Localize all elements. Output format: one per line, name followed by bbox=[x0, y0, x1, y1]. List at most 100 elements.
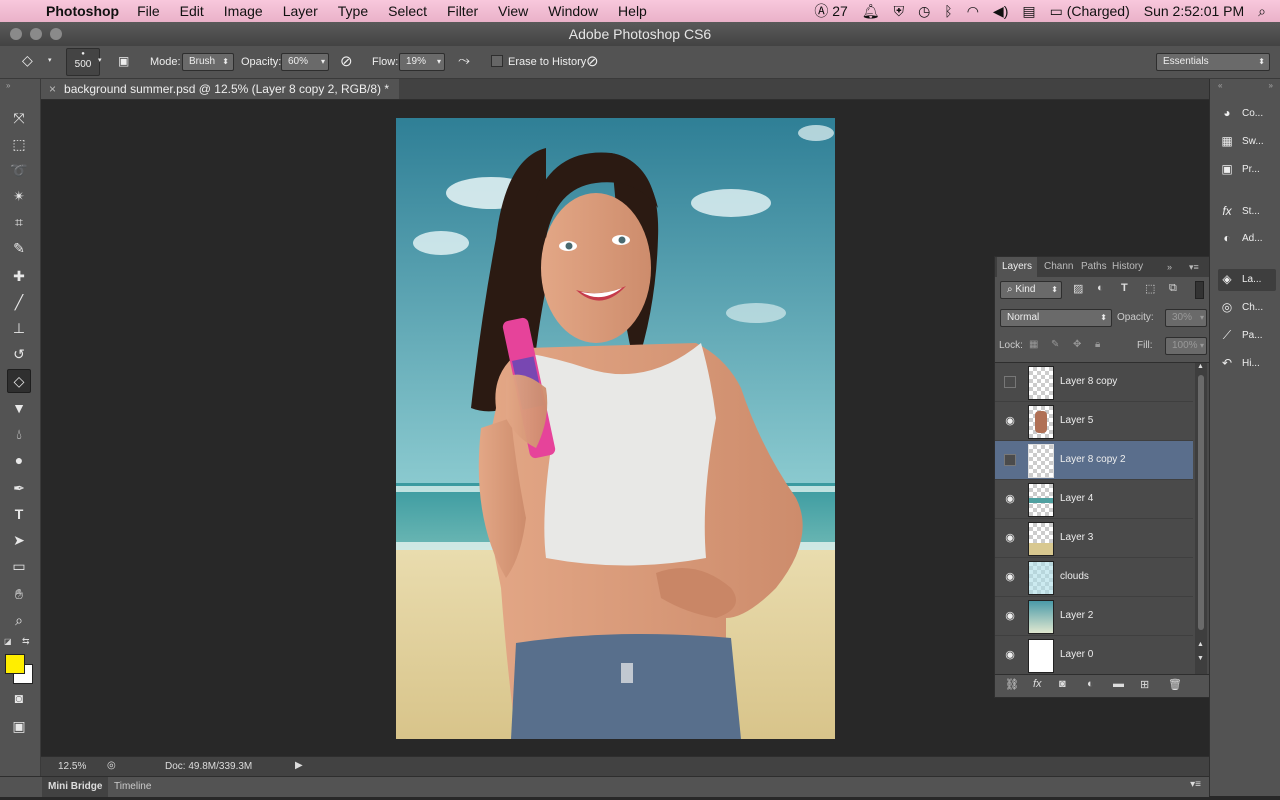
layer-row[interactable]: ◉ Layer 4 bbox=[995, 480, 1193, 519]
history-brush-tool-icon[interactable]: ↺ bbox=[8, 343, 30, 365]
brush-panel-toggle-icon[interactable]: ▣ bbox=[118, 54, 129, 68]
minimize-window-icon[interactable] bbox=[30, 28, 42, 40]
tab-channels[interactable]: Chann bbox=[1044, 257, 1073, 277]
layer-row[interactable]: ◉ Layer 5 bbox=[995, 402, 1193, 441]
tab-mini-bridge[interactable]: Mini Bridge bbox=[42, 777, 109, 797]
swap-colors-icon[interactable]: ⇆ bbox=[22, 636, 30, 647]
close-window-icon[interactable] bbox=[10, 28, 22, 40]
scroll-up-icon[interactable]: ▲ bbox=[1197, 363, 1204, 370]
flow-field[interactable]: 19% ▾ bbox=[399, 53, 445, 71]
pen-tool-icon[interactable]: ✒ bbox=[8, 477, 30, 499]
eye-icon[interactable]: ◉ bbox=[1003, 609, 1017, 623]
rectangle-tool-icon[interactable]: ▭ bbox=[8, 555, 30, 577]
layer-list-scrollbar[interactable]: ▲ ▲ ▼ bbox=[1195, 363, 1207, 675]
lock-all-icon[interactable]: 🔒︎ bbox=[1095, 339, 1100, 350]
dock-channels[interactable]: ◎ Ch... bbox=[1218, 297, 1276, 319]
erase-to-history-checkbox[interactable] bbox=[491, 55, 503, 67]
eraser-tool-preset-icon[interactable]: ◇ bbox=[22, 52, 33, 69]
crop-tool-icon[interactable]: ⌗ bbox=[8, 211, 30, 233]
dock-collapse-icon[interactable]: » bbox=[1269, 81, 1273, 90]
dock-swatches[interactable]: ▦ Sw... bbox=[1218, 131, 1276, 153]
clone-stamp-tool-icon[interactable]: ⊥ bbox=[8, 317, 30, 339]
layer-row[interactable]: Layer 8 copy bbox=[995, 363, 1193, 402]
layer-row[interactable]: ◉ clouds bbox=[995, 558, 1193, 597]
menu-type[interactable]: Type bbox=[338, 3, 368, 19]
dock-presets[interactable]: ▣ Pr... bbox=[1218, 159, 1276, 181]
menu-view[interactable]: View bbox=[498, 3, 528, 19]
zoom-window-icon[interactable] bbox=[50, 28, 62, 40]
eye-icon[interactable]: ◉ bbox=[1003, 531, 1017, 545]
workspace-switcher[interactable]: Essentials ⬍ bbox=[1156, 53, 1270, 71]
battery-icon[interactable]: ▭ (Charged) bbox=[1050, 3, 1130, 20]
move-tool-icon[interactable]: ⤧ bbox=[8, 107, 30, 129]
clock[interactable]: Sun 2:52:01 PM bbox=[1144, 3, 1244, 19]
type-tool-icon[interactable]: T bbox=[8, 503, 30, 525]
zoom-tool-icon[interactable]: ⌕ bbox=[8, 609, 30, 631]
filter-smart-object-icon[interactable]: ⧉ bbox=[1169, 282, 1177, 295]
keyboard-input-icon[interactable]: ▤ bbox=[1022, 3, 1035, 20]
new-adjustment-layer-icon[interactable]: ◐ bbox=[1087, 678, 1094, 690]
panel-menu-icon[interactable]: ▾≡ bbox=[1190, 779, 1201, 790]
bluetooth-icon[interactable]: ᛒ bbox=[944, 3, 952, 19]
menu-filter[interactable]: Filter bbox=[447, 3, 478, 19]
paint-bucket-tool-icon[interactable]: ▼ bbox=[8, 397, 30, 419]
tab-paths[interactable]: Paths bbox=[1081, 257, 1107, 277]
expand-dock-icon[interactable]: « bbox=[1218, 81, 1222, 90]
filter-pixel-icon[interactable]: ▨ bbox=[1073, 282, 1083, 295]
adobe-status-icon[interactable]: Ⓐ 27 bbox=[814, 1, 847, 21]
lock-image-icon[interactable]: ✎ bbox=[1051, 339, 1059, 350]
lasso-tool-icon[interactable]: ➰ bbox=[8, 159, 30, 181]
tab-layers[interactable]: Layers bbox=[997, 257, 1038, 277]
time-machine-icon[interactable]: ◷ bbox=[918, 3, 930, 20]
scroll-up-bottom-icon[interactable]: ▲ bbox=[1197, 641, 1204, 648]
quick-mask-icon[interactable]: ◙ bbox=[8, 687, 30, 709]
fill-field[interactable]: 100% ▾ bbox=[1165, 337, 1207, 355]
opacity-field[interactable]: 60% ▾ bbox=[281, 53, 329, 71]
eye-icon[interactable]: ◉ bbox=[1003, 570, 1017, 584]
delete-layer-trash-icon[interactable]: 🗑︎ bbox=[1168, 678, 1182, 691]
new-group-folder-icon[interactable]: ▬ bbox=[1113, 678, 1124, 690]
screen-mode-icon[interactable]: ▣ bbox=[8, 715, 30, 737]
layer-style-fx-icon[interactable]: fx bbox=[1033, 678, 1042, 690]
dock-paths[interactable]: ⟋ Pa... bbox=[1218, 325, 1276, 347]
menu-select[interactable]: Select bbox=[388, 3, 427, 19]
new-layer-icon[interactable]: ⊞ bbox=[1140, 678, 1149, 691]
tab-timeline[interactable]: Timeline bbox=[108, 777, 157, 797]
lock-transparent-icon[interactable]: ▦ bbox=[1029, 339, 1038, 350]
marquee-tool-icon[interactable]: ⬚ bbox=[8, 133, 30, 155]
visibility-toggle-off[interactable] bbox=[1004, 454, 1016, 466]
add-mask-icon[interactable]: ◙ bbox=[1059, 678, 1066, 690]
dodge-tool-icon[interactable]: ● bbox=[8, 449, 30, 471]
eye-icon[interactable]: ◉ bbox=[1003, 414, 1017, 428]
zoom-level[interactable]: 12.5% bbox=[58, 761, 86, 772]
lock-position-icon[interactable]: ✥ bbox=[1073, 339, 1081, 350]
layer-filter-select[interactable]: ⌕ Kind ⬍ bbox=[1000, 281, 1062, 299]
proof-setup-icon[interactable]: ◎ bbox=[107, 760, 116, 771]
menu-app-name[interactable]: Photoshop bbox=[46, 3, 119, 19]
healing-brush-tool-icon[interactable]: ✚ bbox=[8, 265, 30, 287]
filter-shape-icon[interactable]: ⬚ bbox=[1145, 282, 1155, 295]
eye-icon[interactable]: ◉ bbox=[1003, 492, 1017, 506]
artwork-canvas[interactable] bbox=[396, 118, 835, 739]
menu-layer[interactable]: Layer bbox=[283, 3, 318, 19]
dock-adjustments[interactable]: ◐ Ad... bbox=[1218, 228, 1276, 250]
layer-row[interactable]: ◉ Layer 2 bbox=[995, 597, 1193, 636]
volume-icon[interactable]: ◀) bbox=[993, 3, 1008, 20]
dock-layers[interactable]: ◈ La... bbox=[1218, 269, 1276, 291]
layer-row-selected[interactable]: Layer 8 copy 2 bbox=[995, 441, 1193, 480]
menu-image[interactable]: Image bbox=[224, 3, 263, 19]
eraser-tool-icon[interactable]: ◇ bbox=[7, 369, 31, 393]
blend-mode-select[interactable]: Normal ⬍ bbox=[1000, 309, 1112, 327]
brush-picker-arrow-icon[interactable]: ▾ bbox=[98, 56, 102, 64]
menu-file[interactable]: File bbox=[137, 3, 160, 19]
eye-icon[interactable]: ◉ bbox=[1003, 648, 1017, 662]
notification-bell-icon[interactable]: 🔔︎ bbox=[862, 3, 880, 20]
filter-toggle-switch[interactable] bbox=[1195, 281, 1204, 299]
magic-wand-tool-icon[interactable]: ✴ bbox=[8, 185, 30, 207]
spotlight-search-icon[interactable]: ⌕ bbox=[1258, 3, 1266, 20]
dock-color[interactable]: ◕ Co... bbox=[1218, 103, 1276, 125]
shield-check-icon[interactable]: ⛨ bbox=[894, 3, 905, 20]
filter-adjustment-icon[interactable]: ◐ bbox=[1097, 282, 1104, 294]
menu-window[interactable]: Window bbox=[548, 3, 598, 19]
path-selection-tool-icon[interactable]: ➤ bbox=[8, 529, 30, 551]
